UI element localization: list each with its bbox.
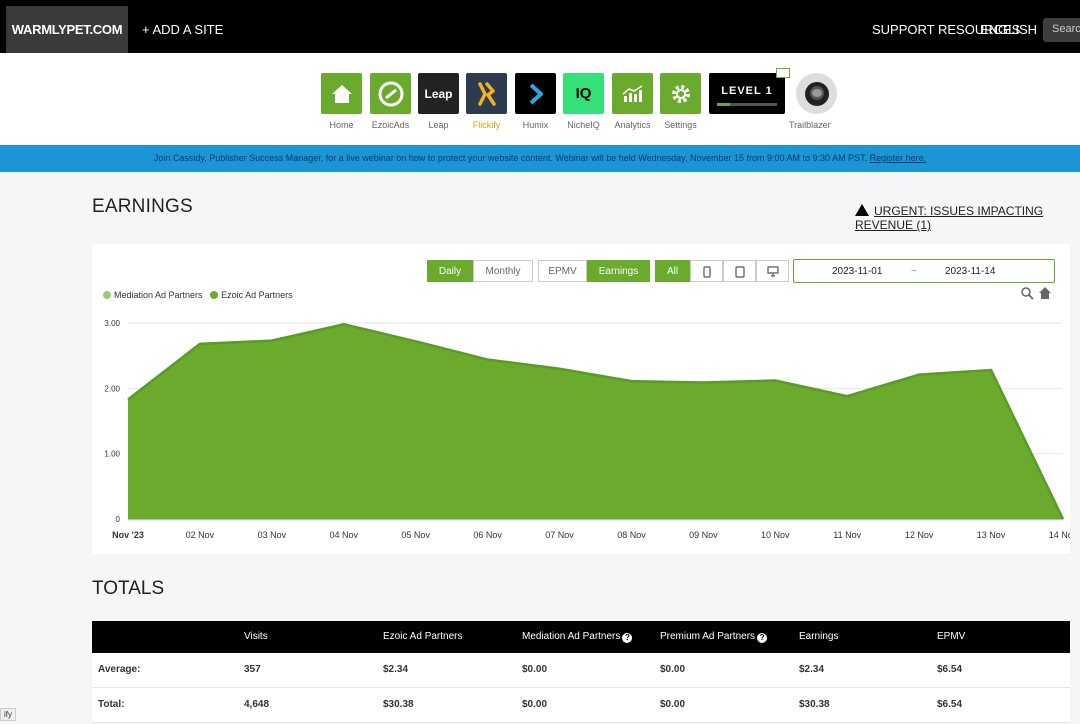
trailblazer-label: Trailblazer xyxy=(789,120,831,130)
x-tick-label: 06 Nov xyxy=(473,530,502,540)
app-nicheiq[interactable]: IQ NicheIQ xyxy=(563,73,604,130)
app-label: Flickify xyxy=(472,120,501,130)
level-progress-fill xyxy=(717,103,731,106)
x-tick-label: 14 Nov xyxy=(1049,530,1070,540)
gear-icon xyxy=(660,73,701,114)
col-header-label: Premium Ad Partners xyxy=(660,631,756,642)
col-header-epmv: EPMV xyxy=(937,631,966,642)
mail-icon[interactable] xyxy=(776,68,790,78)
totals-table: Visits Ezoic Ad Partners Mediation Ad Pa… xyxy=(92,621,1070,723)
app-analytics[interactable]: Analytics xyxy=(612,73,653,130)
humix-icon xyxy=(515,73,556,114)
x-tick-label: 07 Nov xyxy=(545,530,574,540)
webinar-banner: Join Cassidy, Publisher Success Manager,… xyxy=(0,145,1080,172)
y-tick-label: 3.00 xyxy=(104,319,120,328)
ezoicads-icon xyxy=(370,73,411,114)
table-cell: $2.34 xyxy=(383,664,409,675)
totals-title: TOTALS xyxy=(92,578,165,599)
table-cell: $30.38 xyxy=(799,699,830,710)
table-cell: $0.00 xyxy=(522,699,548,710)
help-icon[interactable]: ? xyxy=(757,633,768,643)
add-site-link[interactable]: + ADD A SITE xyxy=(142,22,223,37)
x-tick-label: 12 Nov xyxy=(905,530,934,540)
app-label: Analytics xyxy=(614,120,651,130)
level-badge[interactable]: LEVEL 1 xyxy=(709,73,785,114)
level-label: LEVEL 1 xyxy=(721,85,773,97)
row-label: Average: xyxy=(98,664,141,675)
language-label: ENGLISH xyxy=(980,22,1038,37)
app-settings[interactable]: Settings xyxy=(660,73,701,130)
urgent-label: URGENT: ISSUES IMPACTING REVENUE (1) xyxy=(855,204,1044,232)
nicheiq-icon: IQ xyxy=(563,73,604,114)
level-progress-bar xyxy=(717,103,777,106)
table-cell: $0.00 xyxy=(660,664,686,675)
table-row: Average: 357 $2.34 $0.00 $0.00 $2.34 $6.… xyxy=(92,653,1070,688)
x-tick-label: 08 Nov xyxy=(617,530,646,540)
language-dropdown[interactable]: ENGLISH xyxy=(980,22,1052,37)
app-label: Leap xyxy=(428,120,449,130)
app-label: Home xyxy=(329,120,354,130)
col-header-visits: Visits xyxy=(244,631,268,642)
table-cell: $6.54 xyxy=(937,699,963,710)
table-header: Visits Ezoic Ad Partners Mediation Ad Pa… xyxy=(92,621,1070,653)
x-tick-label: 04 Nov xyxy=(330,530,359,540)
x-tick-label: 11 Nov xyxy=(833,530,861,540)
leap-icon: Leap xyxy=(418,73,459,114)
x-tick-label: 03 Nov xyxy=(258,530,287,540)
y-tick-label: 0 xyxy=(116,515,121,524)
table-row: Total: 4,648 $30.38 $0.00 $0.00 $30.38 $… xyxy=(92,688,1070,723)
site-name-button[interactable]: WARMLYPET.COM xyxy=(6,6,128,53)
x-tick-label: 10 Nov xyxy=(761,530,790,540)
nicheiq-logo-text: IQ xyxy=(575,85,592,102)
app-label: EzoicAds xyxy=(371,120,410,130)
warning-icon xyxy=(855,204,869,216)
app-humix[interactable]: Humix xyxy=(515,73,556,130)
app-label: NicheIQ xyxy=(567,120,600,130)
table-cell: $6.54 xyxy=(937,664,963,675)
table-cell: $0.00 xyxy=(522,664,548,675)
series-area-ezoic xyxy=(128,324,1063,519)
x-tick-label: 02 Nov xyxy=(186,530,215,540)
table-cell: $30.38 xyxy=(383,699,414,710)
register-link[interactable]: Register here. xyxy=(870,153,927,163)
flickify-icon xyxy=(466,73,507,114)
row-label: Total: xyxy=(98,699,125,710)
top-navbar: WARMLYPET.COM + ADD A SITE SUPPORT RESOU… xyxy=(0,0,1080,53)
col-header-premium: Premium Ad Partners? xyxy=(660,621,768,653)
col-header-earnings: Earnings xyxy=(799,631,839,642)
app-leap[interactable]: Leap Leap xyxy=(418,73,459,130)
app-launcher-bar: Home EzoicAds Leap Leap Flickify Humix I… xyxy=(0,53,1080,145)
col-header-label: Mediation Ad Partners xyxy=(522,631,621,642)
x-tick-label: Nov '23 xyxy=(112,530,144,540)
x-tick-label: 09 Nov xyxy=(689,530,718,540)
app-ezoicads[interactable]: EzoicAds xyxy=(370,73,411,130)
urgent-issues-link[interactable]: URGENT: ISSUES IMPACTING REVENUE (1) xyxy=(855,204,1080,232)
astronaut-icon xyxy=(804,81,829,106)
banner-text: Join Cassidy, Publisher Success Manager,… xyxy=(153,153,868,163)
search-input[interactable]: Search xyxy=(1043,18,1080,42)
app-label: Humix xyxy=(522,120,549,130)
table-cell: 357 xyxy=(244,664,261,675)
leap-logo-text: Leap xyxy=(424,86,453,101)
table-cell: $2.34 xyxy=(799,664,825,675)
browser-status-text: ify xyxy=(0,708,16,721)
app-flickify[interactable]: Flickify xyxy=(466,73,507,130)
col-header-ezoic: Ezoic Ad Partners xyxy=(383,631,463,642)
table-cell: $0.00 xyxy=(660,699,686,710)
col-header-mediation: Mediation Ad Partners? xyxy=(522,621,633,653)
app-home[interactable]: Home xyxy=(321,73,362,130)
earnings-area-chart: 3.00 2.00 1.00 0 Nov '23 02 Nov 03 Nov 04 Nov 05… xyxy=(104,319,1070,540)
trailblazer-avatar[interactable] xyxy=(796,73,837,114)
app-label: Settings xyxy=(664,120,697,130)
x-tick-label: 05 Nov xyxy=(401,530,430,540)
earnings-title: EARNINGS xyxy=(92,196,193,217)
x-tick-label: 13 Nov xyxy=(977,530,1006,540)
y-tick-label: 2.00 xyxy=(104,384,120,393)
home-icon xyxy=(321,73,362,114)
table-cell: 4,648 xyxy=(244,699,270,710)
help-icon[interactable]: ? xyxy=(622,633,633,643)
earnings-chart-card: Daily Monthly EPMV Earnings All 2023-11-… xyxy=(92,244,1070,554)
y-tick-label: 1.00 xyxy=(104,450,120,459)
analytics-icon xyxy=(612,73,653,114)
